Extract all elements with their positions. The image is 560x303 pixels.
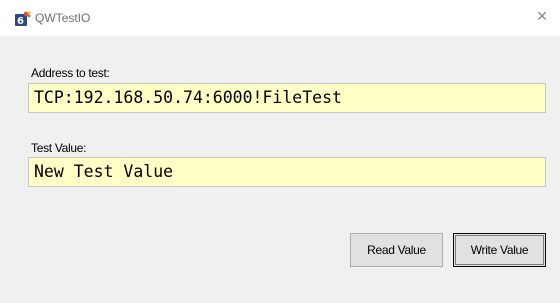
write-value-button[interactable]: Write Value bbox=[453, 233, 546, 267]
title-bar[interactable]: 6 QWTestIO ✕ bbox=[0, 0, 560, 36]
address-field[interactable]: TCP:192.168.50.74:6000!FileTest bbox=[28, 83, 546, 113]
app-window: 6 QWTestIO ✕ Address to test: TCP:192.16… bbox=[0, 0, 560, 303]
app-icon: 6 bbox=[15, 11, 31, 27]
read-value-button[interactable]: Read Value bbox=[350, 233, 443, 267]
window-title: QWTestIO bbox=[35, 11, 91, 25]
address-label: Address to test: bbox=[31, 66, 110, 80]
close-icon[interactable]: ✕ bbox=[524, 0, 560, 34]
test-value-label: Test Value: bbox=[31, 141, 87, 155]
test-value-field[interactable]: New Test Value bbox=[28, 157, 546, 187]
svg-text:6: 6 bbox=[17, 16, 24, 26]
